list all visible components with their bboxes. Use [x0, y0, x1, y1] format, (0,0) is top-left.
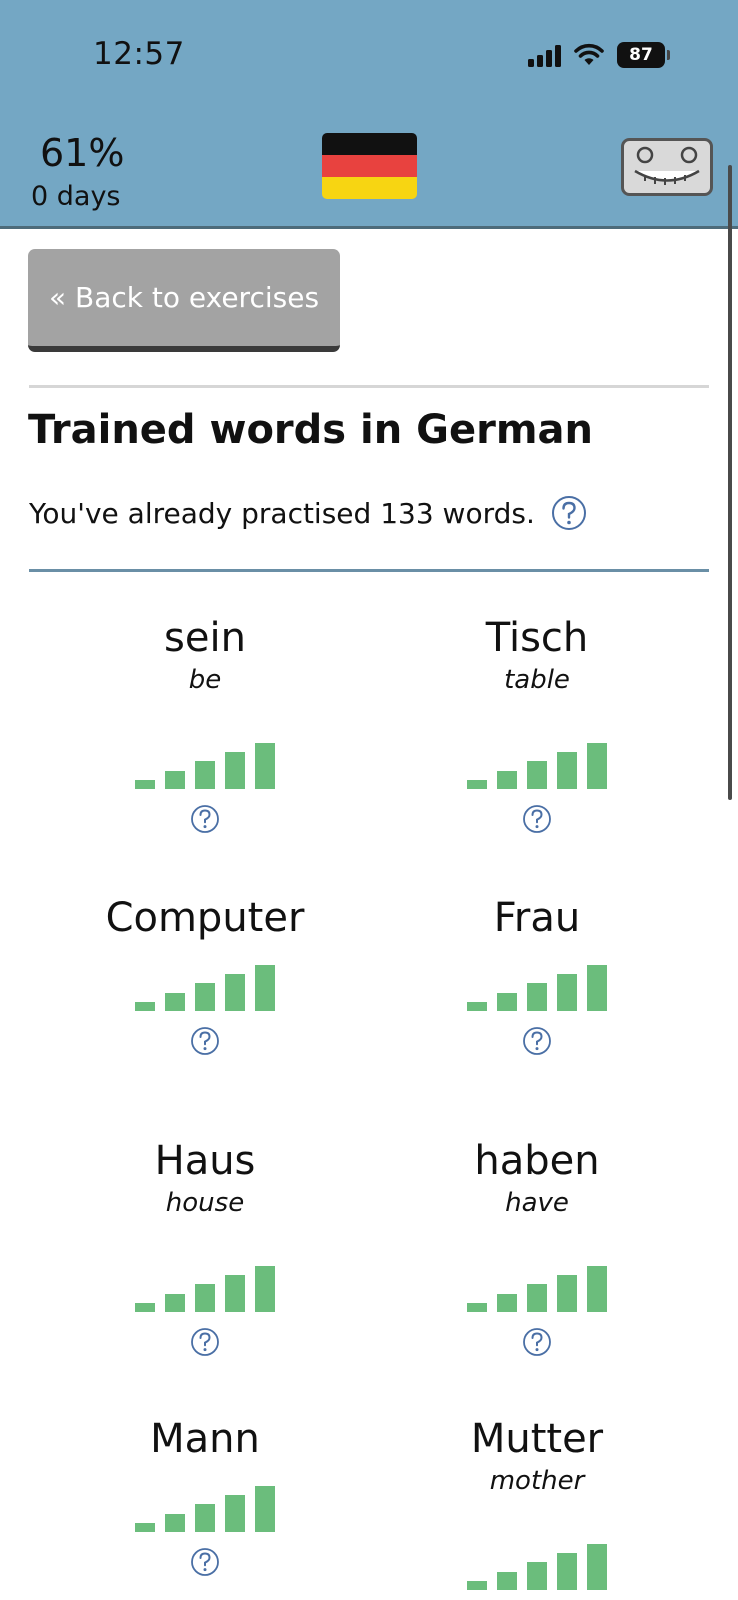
word-text: Frau — [493, 895, 581, 941]
strength-bar — [587, 743, 607, 789]
practised-summary-text: You've already practised 133 words. — [29, 496, 535, 530]
question-mark-icon[interactable] — [190, 1327, 220, 1361]
strength-bar — [557, 1553, 577, 1590]
strength-bar — [467, 1581, 487, 1590]
strength-bar — [195, 983, 215, 1011]
strength-meter — [45, 741, 365, 789]
battery-level: 87 — [629, 45, 653, 65]
practised-summary: You've already practised 133 words. — [29, 495, 587, 531]
strength-bar — [497, 1572, 517, 1590]
strength-bar — [195, 1504, 215, 1532]
strength-bar — [557, 752, 577, 789]
strength-bar — [165, 993, 185, 1011]
strength-meter — [45, 1264, 365, 1312]
strength-bar — [225, 1275, 245, 1312]
strength-bar — [587, 965, 607, 1011]
question-mark-icon[interactable] — [522, 1327, 552, 1361]
strength-meter — [45, 1484, 365, 1532]
strength-bar — [255, 1486, 275, 1532]
strength-meter — [377, 741, 697, 789]
strength-bar — [255, 1266, 275, 1312]
status-time: 12:57 — [93, 36, 185, 72]
word-card[interactable]: sein be — [45, 615, 365, 833]
back-to-exercises-button[interactable]: « Back to exercises — [28, 249, 340, 352]
word-translation: house — [165, 1188, 245, 1218]
strength-bar — [557, 974, 577, 1011]
question-mark-icon[interactable] — [190, 1026, 220, 1060]
strength-bar — [527, 1562, 547, 1590]
word-translation: have — [505, 1188, 569, 1218]
top-bar: 12:57 87 61% 0 days — [0, 0, 738, 229]
robot-mascot-icon[interactable] — [621, 138, 713, 196]
strength-bar — [135, 1303, 155, 1312]
strength-bar — [497, 771, 517, 789]
strength-bar — [195, 761, 215, 789]
word-text: Mutter — [470, 1416, 604, 1462]
strength-bar — [587, 1266, 607, 1312]
strength-bar — [225, 752, 245, 789]
strength-meter — [45, 963, 365, 1011]
word-card[interactable]: haben have — [377, 1138, 697, 1356]
strength-bar — [587, 1544, 607, 1590]
strength-bar — [467, 1303, 487, 1312]
wifi-icon — [574, 43, 604, 65]
word-text: Haus — [154, 1138, 256, 1184]
cellular-signal-icon — [528, 43, 561, 67]
word-card[interactable]: Haus house — [45, 1138, 365, 1356]
word-card[interactable]: Tisch table — [377, 615, 697, 833]
strength-bar — [135, 780, 155, 789]
strength-bar — [527, 761, 547, 789]
divider — [29, 385, 709, 388]
strength-bar — [527, 983, 547, 1011]
strength-meter — [377, 1542, 697, 1590]
strength-meter — [377, 963, 697, 1011]
word-card[interactable]: Mutter mother — [377, 1416, 697, 1590]
question-mark-icon[interactable] — [551, 495, 587, 531]
streak-days[interactable]: 0 days — [31, 181, 121, 212]
strength-bar — [165, 771, 185, 789]
word-text: Computer — [105, 895, 305, 941]
strength-bar — [497, 1294, 517, 1312]
strength-bar — [527, 1284, 547, 1312]
word-text: haben — [474, 1138, 600, 1184]
word-text: Mann — [150, 1416, 260, 1462]
question-mark-icon[interactable] — [190, 804, 220, 838]
strength-bar — [165, 1294, 185, 1312]
strength-bar — [135, 1002, 155, 1011]
progress-percent[interactable]: 61% — [40, 131, 124, 175]
strength-bar — [255, 965, 275, 1011]
strength-bar — [497, 993, 517, 1011]
word-text: sein — [164, 615, 246, 661]
strength-bar — [165, 1514, 185, 1532]
strength-meter — [377, 1264, 697, 1312]
strength-bar — [255, 743, 275, 789]
question-mark-icon[interactable] — [522, 804, 552, 838]
question-mark-icon[interactable] — [522, 1026, 552, 1060]
strength-bar — [467, 780, 487, 789]
strength-bar — [225, 974, 245, 1011]
word-card[interactable]: Computer — [45, 895, 365, 1055]
status-icons: 87 — [528, 40, 670, 70]
word-card[interactable]: Frau — [377, 895, 697, 1055]
word-translation: be — [188, 665, 222, 695]
strength-bar — [195, 1284, 215, 1312]
strength-bar — [467, 1002, 487, 1011]
word-card[interactable]: Mann — [45, 1416, 365, 1576]
germany-flag-icon[interactable] — [322, 133, 417, 199]
question-mark-icon[interactable] — [190, 1547, 220, 1581]
divider — [29, 569, 709, 572]
word-translation: table — [504, 665, 570, 695]
strength-bar — [557, 1275, 577, 1312]
strength-bar — [225, 1495, 245, 1532]
word-translation: mother — [489, 1466, 585, 1496]
battery-icon: 87 — [617, 42, 670, 68]
strength-bar — [135, 1523, 155, 1532]
section-title: Trained words in German — [28, 407, 593, 453]
word-text: Tisch — [485, 615, 589, 661]
scrollbar[interactable] — [728, 165, 732, 800]
